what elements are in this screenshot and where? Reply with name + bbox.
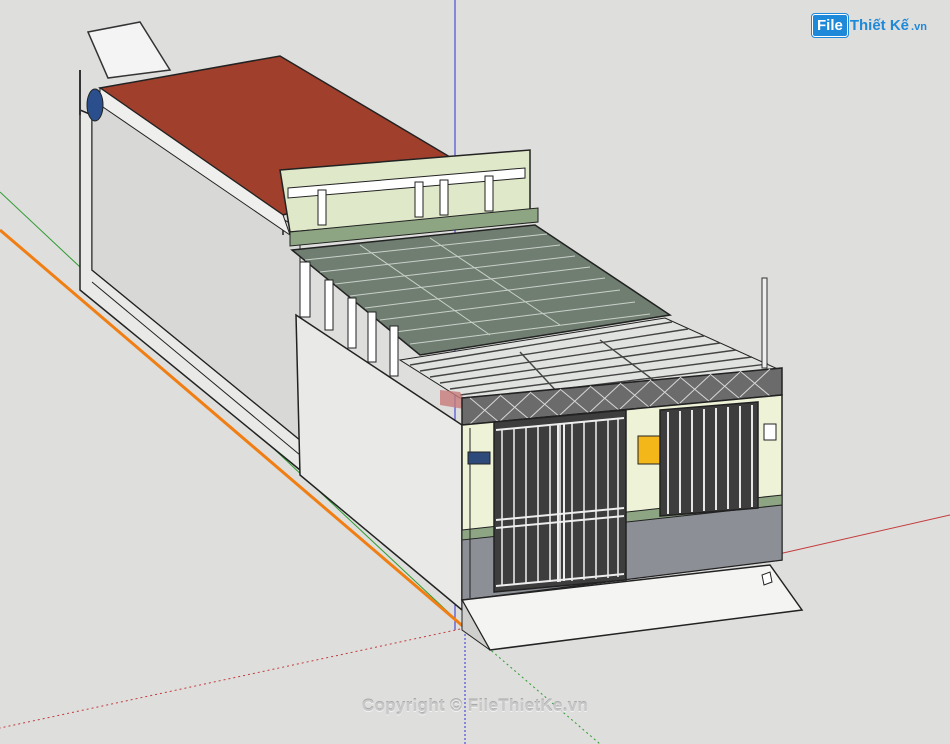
- logo-text: Thiết Kế: [849, 17, 910, 34]
- logo-tld: .vn: [911, 21, 927, 33]
- brand-logo: File Thiết Kế .vn: [812, 14, 927, 37]
- sliding-gate[interactable]: [659, 401, 759, 517]
- wall-light: [763, 423, 777, 441]
- mailbox: [637, 435, 661, 465]
- house-number-plate: [467, 451, 491, 465]
- water-tank: [86, 88, 104, 122]
- solar-heater-panel: [86, 21, 172, 79]
- logo-badge: File: [812, 14, 848, 37]
- sketchup-viewport[interactable]: [0, 0, 950, 744]
- bollard: [761, 571, 773, 586]
- antenna-pole: [761, 277, 768, 369]
- red-axis: [769, 514, 950, 557]
- copyright-watermark: Copyright © FileThietKe.vn: [361, 696, 589, 715]
